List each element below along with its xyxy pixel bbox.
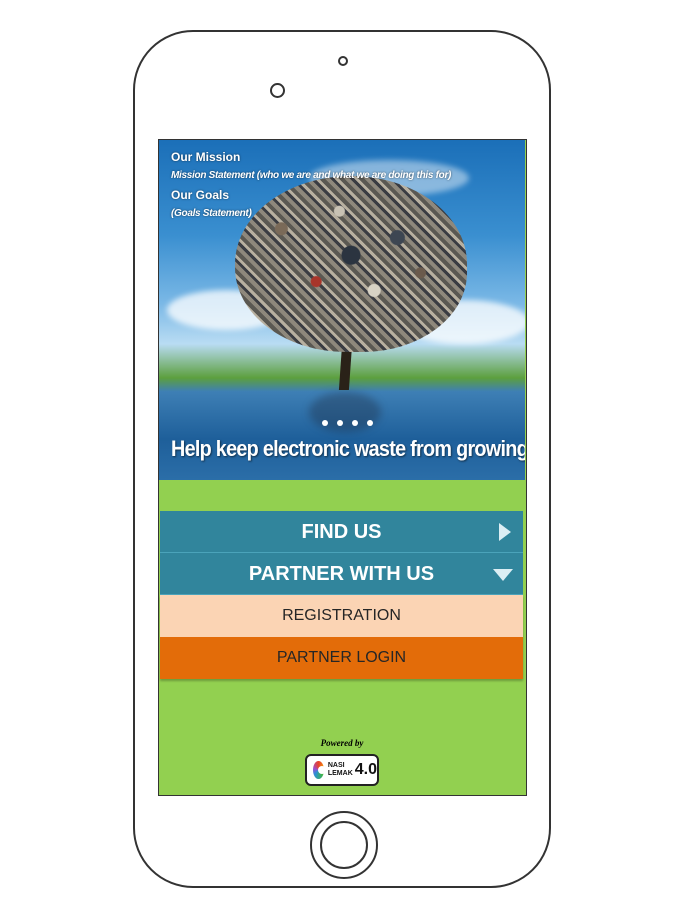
hero-banner[interactable]: Our Mission Mission Statement (who we ar… <box>159 140 525 480</box>
chevron-down-icon <box>493 569 513 581</box>
home-button-ring <box>320 821 368 869</box>
find-us-button[interactable]: FIND US <box>160 511 523 553</box>
powered-by-label: Powered by <box>320 738 364 748</box>
goals-title: Our Goals <box>171 188 230 202</box>
chevron-right-icon <box>499 523 511 541</box>
mission-statement: Mission Statement (who we are and what w… <box>171 170 452 181</box>
tree-reflection <box>309 392 381 432</box>
phone-camera <box>270 83 285 98</box>
goals-statement: (Goals Statement) <box>171 208 252 219</box>
find-us-label: FIND US <box>301 521 382 543</box>
carousel-dots[interactable] <box>322 420 373 426</box>
carousel-dot[interactable] <box>337 420 343 426</box>
carousel-dot[interactable] <box>367 420 373 426</box>
logo-line-2: LEMAK <box>327 770 353 777</box>
main-menu: FIND US PARTNER WITH US REGISTRATION PAR… <box>160 511 523 679</box>
logo-words: NASI LEMAK <box>328 762 353 778</box>
nasi-lemak-logo[interactable]: NASI LEMAK 4.0 <box>305 754 379 786</box>
partner-login-button[interactable]: PARTNER LOGIN <box>160 637 523 679</box>
logo-line-1: NASI <box>327 762 345 769</box>
carousel-dot[interactable] <box>322 420 328 426</box>
phone-speaker <box>338 56 348 66</box>
mission-title: Our Mission <box>171 150 241 164</box>
home-button[interactable] <box>310 811 378 879</box>
logo-version: 4.0 <box>354 761 377 778</box>
app-screen: Our Mission Mission Statement (who we ar… <box>158 139 527 796</box>
logo-swirl-icon <box>313 761 326 779</box>
partner-with-us-button[interactable]: PARTNER WITH US <box>160 553 523 595</box>
partner-with-us-label: PARTNER WITH US <box>248 563 435 585</box>
registration-button[interactable]: REGISTRATION <box>160 595 523 637</box>
hero-tagline: Help keep electronic waste from growing. <box>171 436 525 461</box>
hero-text: Our Mission Mission Statement (who we ar… <box>171 148 451 224</box>
carousel-dot[interactable] <box>352 420 358 426</box>
